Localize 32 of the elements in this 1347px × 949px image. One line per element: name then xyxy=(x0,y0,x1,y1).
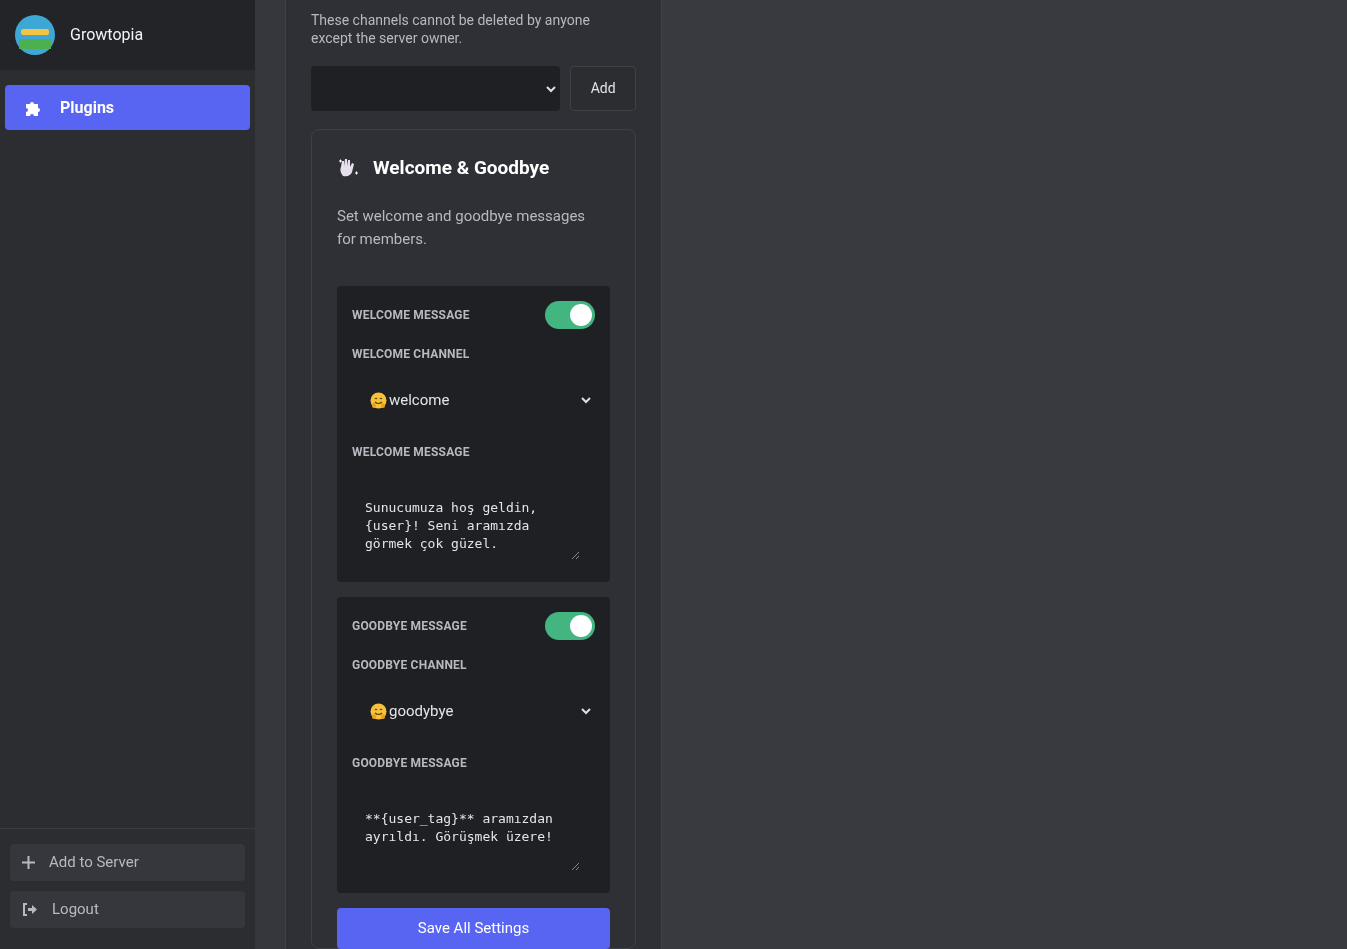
plugin-title: Welcome & Goodbye xyxy=(373,155,550,181)
field-label: WELCOME CHANNEL xyxy=(352,345,471,363)
protected-channels-description: These channels cannot be deleted by anyone except the server owner. xyxy=(311,11,591,47)
logout-button[interactable]: Logout xyxy=(10,891,245,928)
toggle-switch[interactable] xyxy=(545,611,595,640)
field-label: WELCOME MESSAGE xyxy=(352,443,471,461)
add-to-server-button[interactable]: Add to Server xyxy=(10,844,245,881)
plugin-description: Set welcome and goodbye messages for members. xyxy=(337,205,587,250)
plus-icon xyxy=(22,856,35,869)
toggle-label: WELCOME MESSAGE xyxy=(352,306,470,324)
message-textarea[interactable]: **{user_tag}** aramızdan ayrıldı. Görüşmek üzere! xyxy=(352,777,595,878)
sidebar-item[interactable]: Plugins xyxy=(5,85,250,130)
hugging-face-icon xyxy=(370,702,387,720)
channel-select[interactable]: welcome xyxy=(352,372,595,428)
toggle-switch[interactable] xyxy=(545,300,595,329)
toggle-label: GOODBYE MESSAGE xyxy=(352,617,467,635)
server-name: Growtopia xyxy=(70,24,144,46)
hugging-face-icon xyxy=(370,391,387,409)
message-textarea[interactable]: Sunucumuza hoş geldin, {user}! Seni aramızda görmek çok güzel. xyxy=(352,466,595,567)
logout-icon xyxy=(22,903,38,916)
chevron-down-icon xyxy=(581,707,591,715)
channel-select[interactable]: goodybye xyxy=(352,683,595,739)
chevron-down-icon xyxy=(546,84,557,93)
add-button[interactable]: Add xyxy=(570,66,636,111)
chevron-down-icon xyxy=(581,396,591,404)
resize-handle-icon xyxy=(572,551,579,559)
waving-hand-icon xyxy=(337,158,359,179)
server-logo-icon xyxy=(15,15,55,55)
field-label: GOODBYE CHANNEL xyxy=(352,656,468,674)
save-button[interactable]: Save All Settings xyxy=(337,907,610,949)
resize-handle-icon xyxy=(572,862,579,870)
field-label: GOODBYE MESSAGE xyxy=(352,754,468,772)
